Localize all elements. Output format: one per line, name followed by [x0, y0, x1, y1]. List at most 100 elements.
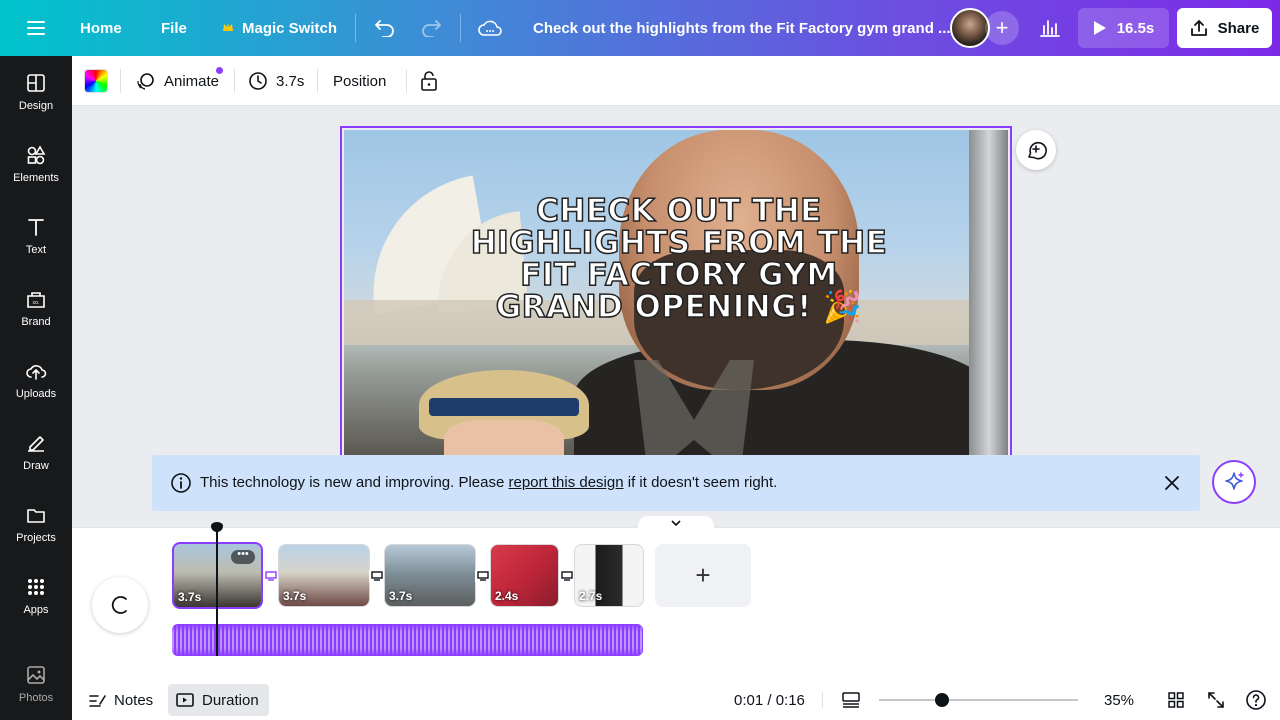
- projects-icon: [27, 509, 45, 523]
- report-design-link[interactable]: report this design: [509, 474, 624, 491]
- headline-text[interactable]: CHECK OUT THE HIGHLIGHTS FROM THE FIT FA…: [464, 194, 894, 324]
- play-button[interactable]: 16.5s: [1078, 8, 1169, 48]
- transition-icon[interactable]: [475, 568, 491, 584]
- transition-icon[interactable]: [559, 568, 575, 584]
- sidebar-item-elements[interactable]: Elements: [0, 132, 72, 196]
- sidebar-item-projects[interactable]: Projects: [0, 492, 72, 556]
- timeline-clip-5[interactable]: 2.7s: [574, 544, 644, 607]
- clock-icon: [249, 72, 267, 90]
- grid-view-icon[interactable]: [1167, 680, 1185, 720]
- divider: [120, 69, 121, 93]
- plus-icon: +: [995, 15, 1009, 40]
- banner-text-end: if it doesn't seem right.: [623, 474, 778, 491]
- playhead[interactable]: [216, 528, 218, 656]
- sidebar-item-label: Elements: [13, 172, 59, 184]
- transition-icon[interactable]: [263, 568, 279, 584]
- help-icon[interactable]: [1245, 680, 1267, 720]
- notes-button[interactable]: Notes: [88, 680, 153, 720]
- elements-icon: [27, 145, 46, 165]
- divider: [406, 69, 407, 93]
- clip-duration: 3.7s: [389, 589, 413, 603]
- photos-icon: [27, 666, 45, 684]
- sidebar-item-label: Brand: [21, 316, 51, 328]
- sidebar-item-design[interactable]: Design: [0, 60, 72, 124]
- zoom-slider-handle[interactable]: [935, 693, 949, 707]
- crown-icon: [222, 20, 234, 37]
- share-label: Share: [1217, 19, 1260, 37]
- animate-label: Animate: [164, 72, 220, 90]
- uploads-icon: [26, 365, 47, 380]
- sidebar-item-apps[interactable]: Apps: [0, 564, 72, 628]
- spinner-icon: [111, 596, 127, 614]
- banner-text-start: This technology is new and improving. Pl…: [200, 474, 509, 491]
- cloud-save-icon[interactable]: [478, 0, 502, 56]
- timeline-clip-3[interactable]: 3.7s: [384, 544, 476, 607]
- draw-icon: [28, 436, 44, 452]
- timeline-clip-2[interactable]: 3.7s: [278, 544, 370, 607]
- clip-duration: 2.7s: [579, 589, 603, 603]
- sidebar-item-photos[interactable]: Photos: [0, 652, 72, 716]
- comment-plus-icon: [1028, 141, 1047, 160]
- insights-icon[interactable]: [1039, 0, 1061, 56]
- position-button[interactable]: Position: [333, 56, 386, 106]
- sidebar-item-label: Photos: [18, 692, 54, 704]
- sidebar-item-label: Projects: [16, 532, 56, 544]
- home-button[interactable]: Home: [80, 0, 122, 56]
- menu-icon[interactable]: [26, 0, 46, 56]
- undo-icon[interactable]: [374, 0, 396, 56]
- design-icon: [27, 74, 45, 92]
- text-icon: [28, 219, 44, 236]
- add-collaborator-button[interactable]: +: [985, 11, 1019, 45]
- duration-button[interactable]: 3.7s: [248, 56, 304, 106]
- lock-icon[interactable]: [420, 56, 438, 106]
- sidebar-item-draw[interactable]: Draw: [0, 420, 72, 484]
- magic-switch-button[interactable]: Magic Switch: [222, 0, 337, 56]
- add-comment-button[interactable]: [1016, 130, 1056, 170]
- video-frame[interactable]: CHECK OUT THE HIGHLIGHTS FROM THE FIT FA…: [344, 130, 1008, 464]
- fullscreen-icon[interactable]: [1207, 680, 1225, 720]
- add-page-button[interactable]: +: [655, 544, 751, 607]
- page-view-icon[interactable]: [841, 680, 861, 720]
- zoom-level[interactable]: 35%: [1104, 680, 1134, 720]
- divider: [317, 69, 318, 93]
- magic-switch-label: Magic Switch: [242, 19, 338, 37]
- duration-toggle-button[interactable]: Duration: [176, 680, 259, 720]
- new-badge: [216, 67, 223, 74]
- railing-pole: [969, 130, 1008, 464]
- share-button[interactable]: Share: [1177, 8, 1272, 48]
- playback-time: 0:01 / 0:16: [734, 691, 805, 709]
- divider: [460, 14, 461, 42]
- collapse-timeline-button[interactable]: [638, 516, 714, 530]
- design-title[interactable]: Check out the highlights from the Fit Fa…: [533, 0, 951, 56]
- animate-button[interactable]: Animate: [136, 56, 219, 106]
- notes-icon: [89, 695, 106, 707]
- redo-icon[interactable]: [420, 0, 442, 56]
- close-icon[interactable]: [1163, 474, 1181, 496]
- clip-duration: 3.7s: [283, 589, 307, 603]
- animate-icon: [137, 73, 154, 90]
- info-banner: This technology is new and improving. Pl…: [152, 455, 1200, 511]
- zoom-slider-track[interactable]: [879, 699, 1078, 701]
- design-canvas-selection[interactable]: CHECK OUT THE HIGHLIGHTS FROM THE FIT FA…: [340, 126, 1012, 466]
- sidebar-item-brand[interactable]: co. Brand: [0, 276, 72, 340]
- brand-icon: co.: [27, 292, 45, 308]
- bottom-bar: Notes Duration 0:01 / 0:16 35%: [72, 680, 1280, 720]
- magic-assistant-button[interactable]: [1212, 460, 1256, 504]
- transition-icon[interactable]: [369, 568, 385, 584]
- top-bar: Home File Magic Switch Check out the hig…: [0, 0, 1280, 56]
- notes-label: Notes: [114, 691, 154, 709]
- avatar[interactable]: [950, 8, 990, 48]
- hat-band: [429, 398, 579, 416]
- clip-more-button[interactable]: •••: [231, 549, 255, 564]
- timeline-clip-4[interactable]: 2.4s: [490, 544, 559, 607]
- editor-toolbar: Animate 3.7s Position: [72, 56, 1280, 106]
- play-duration: 16.5s: [1116, 19, 1155, 37]
- apps-icon: [28, 579, 44, 595]
- sidebar-item-uploads[interactable]: Uploads: [0, 348, 72, 412]
- sidebar-item-text[interactable]: Text: [0, 204, 72, 268]
- color-picker-button[interactable]: [84, 56, 108, 106]
- file-menu[interactable]: File: [161, 0, 187, 56]
- play-icon: [1093, 21, 1106, 35]
- sidebar-item-label: Apps: [23, 604, 49, 616]
- loading-spinner: [92, 577, 148, 633]
